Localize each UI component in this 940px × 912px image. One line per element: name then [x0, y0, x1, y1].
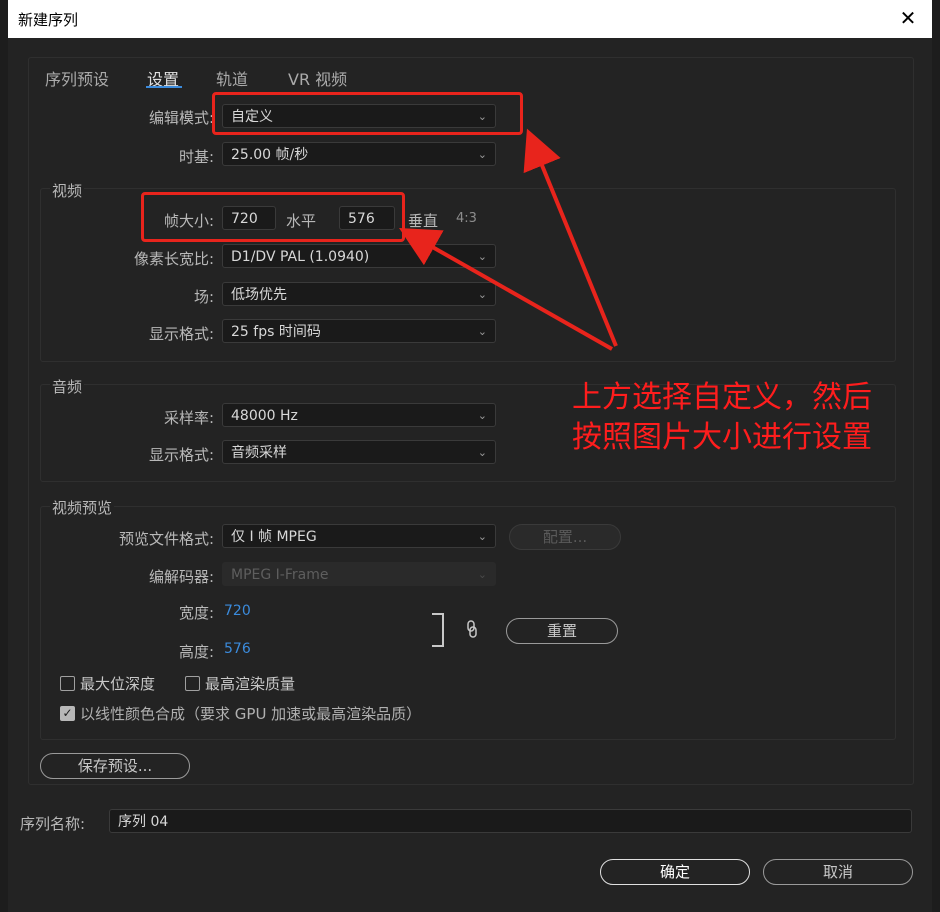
arrow-to-frame-size: [399, 228, 613, 351]
annotation-line-1: 上方选择自定义，然后: [572, 380, 872, 415]
arrow-to-editing-mode: [523, 128, 618, 347]
annotation-line-2: 按照图片大小进行设置: [572, 420, 872, 455]
